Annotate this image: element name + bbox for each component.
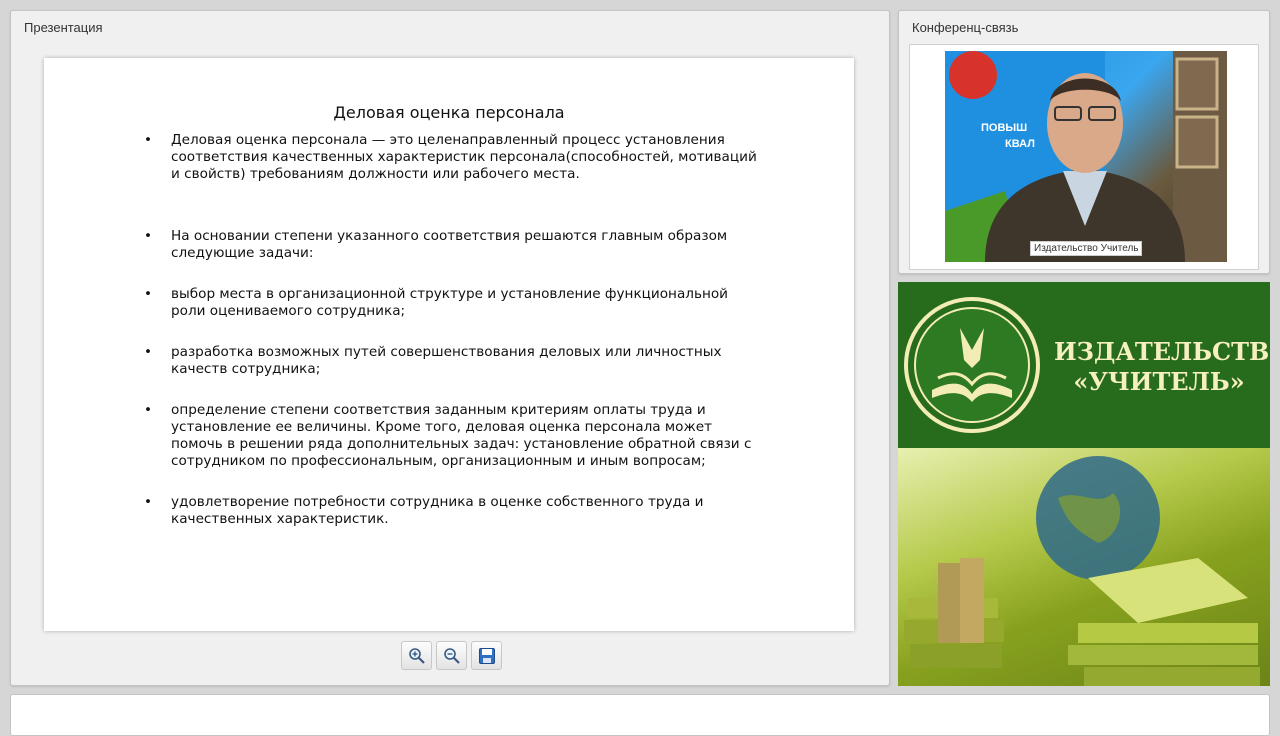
bullet-marker: • — [144, 286, 153, 302]
slide-bullet: • удовлетворение потребности сотрудника … — [144, 494, 764, 528]
bullet-marker: • — [144, 228, 153, 244]
slide-toolbar — [401, 641, 502, 671]
bullet-text: выбор места в организационной структуре … — [171, 286, 729, 319]
conference-panel: Конференц-связь ПОВЫШ КВАЛ Издательство … — [898, 10, 1270, 274]
zoom-out-icon — [443, 647, 460, 664]
books-illustration — [904, 456, 1260, 686]
slide-bullet: • определение степени соответствия задан… — [144, 402, 764, 470]
bottom-panel — [10, 694, 1270, 736]
bullet-text: На основании степени указанного соответс… — [171, 228, 728, 261]
slide-bullet: • выбор места в организационной структур… — [144, 286, 764, 320]
webcam-scene: ПОВЫШ КВАЛ — [945, 51, 1227, 262]
sign-text-2: КВАЛ — [1005, 138, 1035, 150]
bullet-text: определение степени соответствия заданны… — [171, 402, 752, 469]
sign-logo-icon — [949, 51, 997, 99]
publisher-banner: ИЗДАТЕЛЬСТВО «УЧИТЕЛЬ» — [898, 282, 1270, 686]
zoom-in-button[interactable] — [401, 641, 432, 670]
presentation-panel-title: Презентация — [24, 20, 103, 35]
conference-panel-title: Конференц-связь — [912, 20, 1019, 35]
slide-title: Деловая оценка персонала — [333, 103, 565, 122]
bullet-marker: • — [144, 494, 153, 510]
slide-bullet: • Деловая оценка персонала — это целенап… — [144, 132, 764, 183]
sign-text-1: ПОВЫШ — [981, 122, 1027, 134]
slide: Деловая оценка персонала • Деловая оценк… — [44, 58, 854, 631]
save-button[interactable] — [471, 641, 502, 670]
save-icon — [478, 647, 495, 664]
presentation-panel: Презентация Деловая оценка персонала • Д… — [10, 10, 890, 686]
bullet-text: удовлетворение потребности сотрудника в … — [171, 494, 704, 527]
bullet-marker: • — [144, 132, 153, 148]
slide-bullet: • На основании степени указанного соотве… — [144, 228, 764, 262]
publisher-emblem-icon — [904, 297, 1040, 433]
webcam-video: ПОВЫШ КВАЛ Издательство Учитель — [945, 51, 1227, 262]
bullet-marker: • — [144, 402, 153, 418]
publisher-logo-band: ИЗДАТЕЛЬСТВО «УЧИТЕЛЬ» — [898, 282, 1270, 448]
slide-bullet: • разработка возможных путей совершенств… — [144, 344, 764, 378]
video-caption: Издательство Учитель — [1030, 241, 1143, 256]
bullet-marker: • — [144, 344, 153, 360]
books-and-globe-image — [898, 448, 1270, 686]
publisher-name-line1: ИЗДАТЕЛЬСТВО — [1054, 337, 1270, 366]
publisher-name: ИЗДАТЕЛЬСТВО «УЧИТЕЛЬ» — [1054, 337, 1270, 397]
bullet-text: разработка возможных путей совершенствов… — [171, 344, 722, 377]
zoom-in-icon — [408, 647, 425, 664]
zoom-out-button[interactable] — [436, 641, 467, 670]
video-frame[interactable]: ПОВЫШ КВАЛ Издательство Учитель — [909, 44, 1259, 270]
slide-bullet-list: • Деловая оценка персонала — это целенап… — [144, 132, 764, 528]
bullet-text: Деловая оценка персонала — это целенапра… — [171, 132, 757, 182]
publisher-name-line2: «УЧИТЕЛЬ» — [1073, 367, 1245, 396]
